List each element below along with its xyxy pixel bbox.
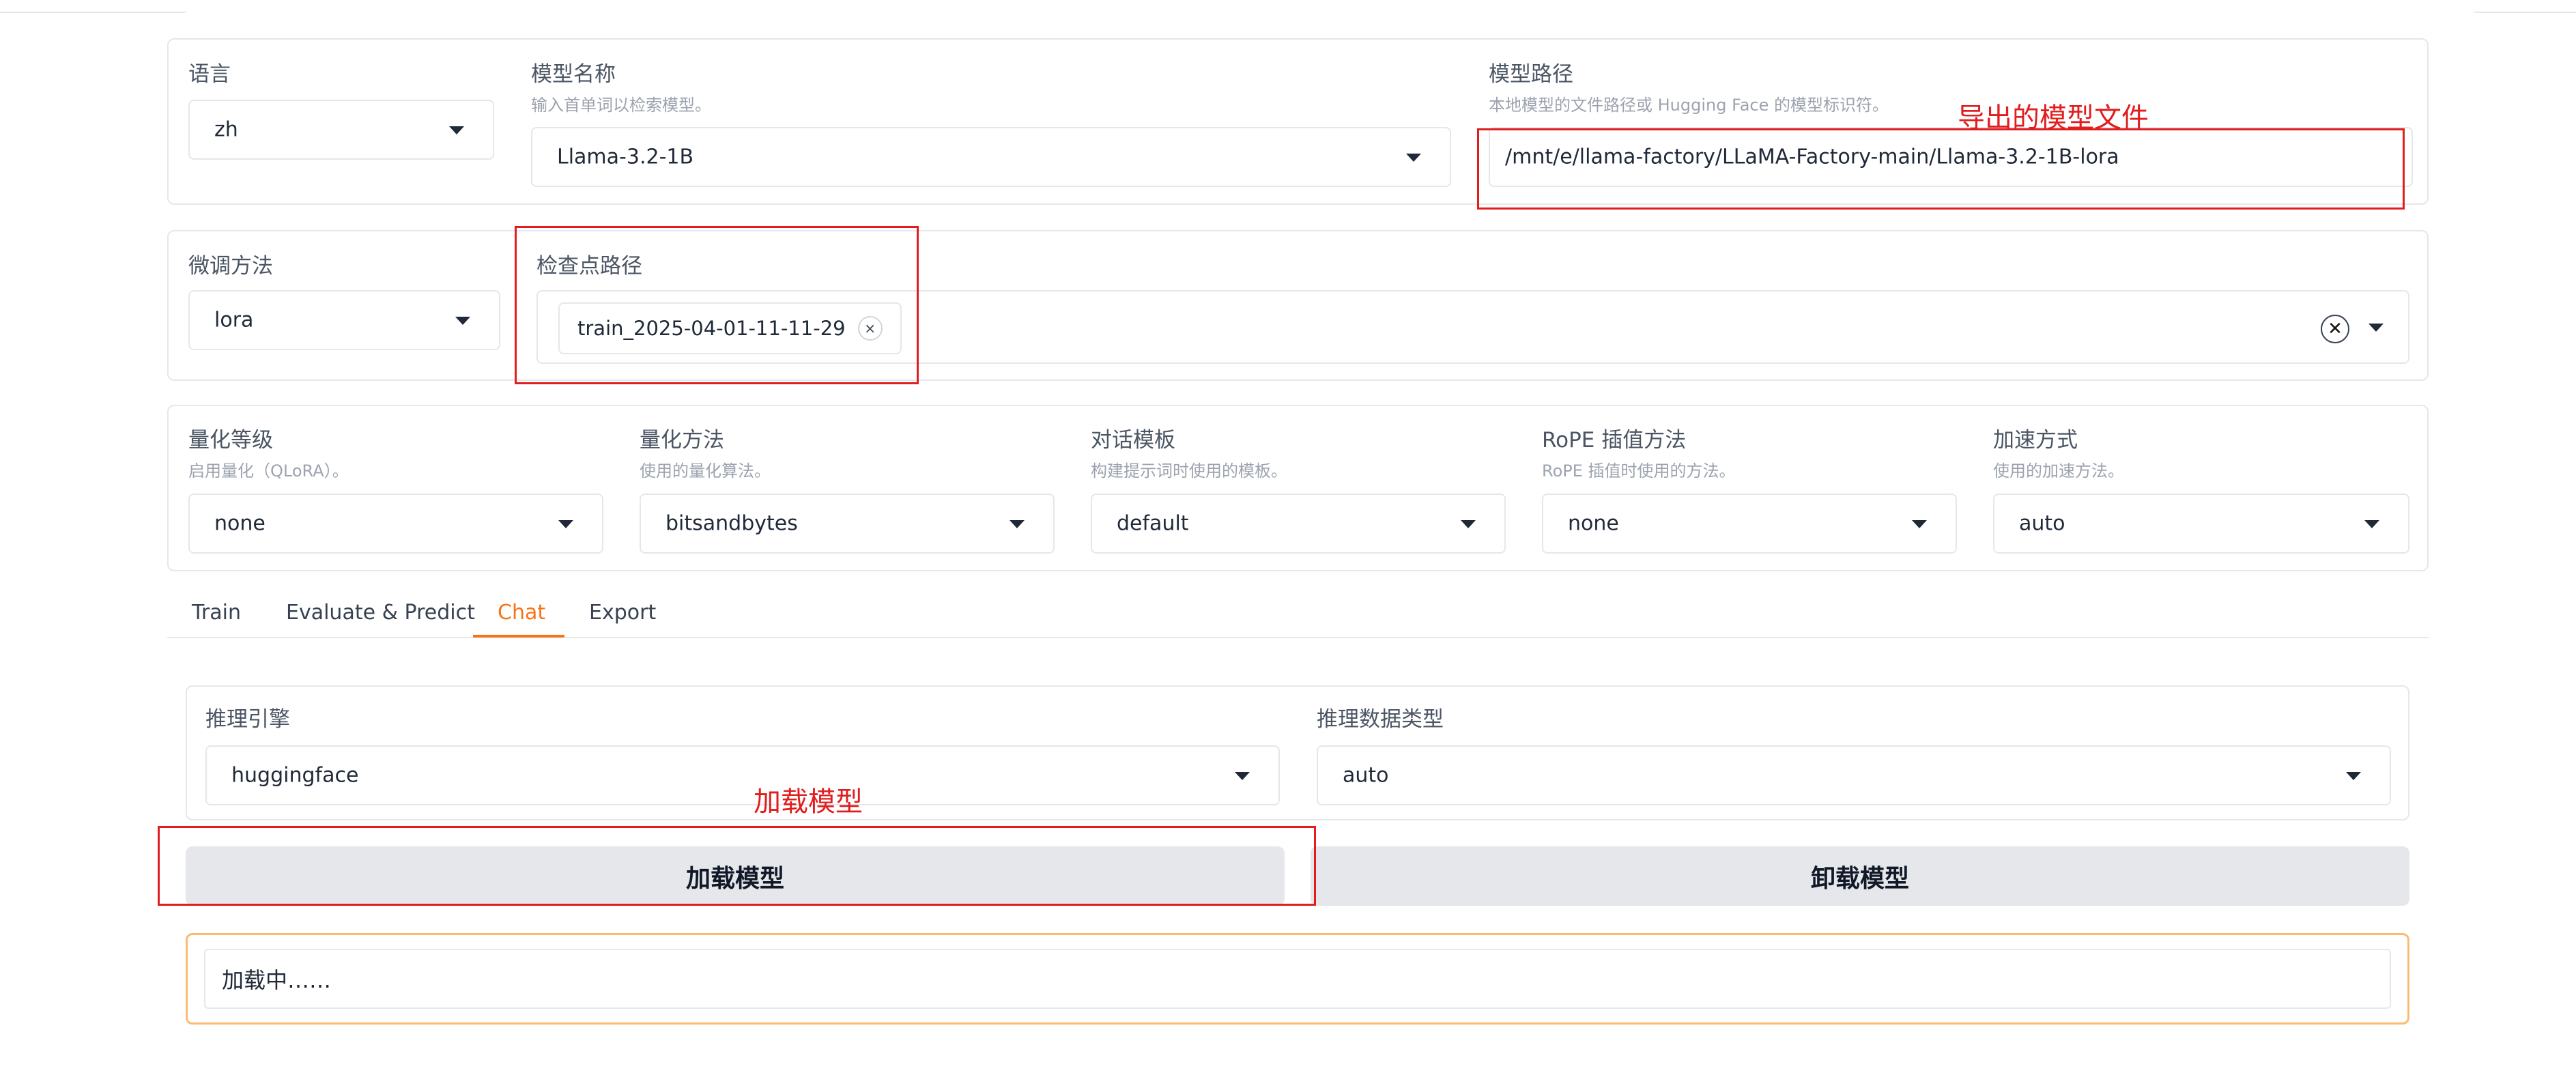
finetune-panel: 微调方法 lora 检查点路径 train_2025-04-01-11-11-2… — [167, 230, 2429, 381]
quant-level-value: none — [214, 511, 266, 536]
booster-description: 使用的加速方法。 — [1993, 461, 2124, 481]
model-path-description: 本地模型的文件路径或 Hugging Face 的模型标识符。 — [1489, 96, 1889, 115]
quant-level-description: 启用量化（QLoRA）。 — [188, 461, 349, 481]
status-output-box: 加载中…… — [186, 933, 2409, 1025]
language-value: zh — [214, 117, 238, 142]
chevron-down-icon — [1912, 520, 1927, 528]
infer-backend-dropdown[interactable]: huggingface — [205, 745, 1280, 805]
quant-method-value: bitsandbytes — [666, 511, 798, 536]
model-path-label: 模型路径 — [1489, 62, 1573, 87]
annotation-box-model-path — [1477, 128, 2405, 210]
inference-panel: 推理引擎 huggingface 推理数据类型 auto — [186, 685, 2409, 820]
quant-method-dropdown[interactable]: bitsandbytes — [640, 493, 1055, 554]
template-value: default — [1117, 511, 1189, 536]
clear-all-icon[interactable]: ✕ — [2321, 315, 2349, 343]
rope-description: RoPE 插值时使用的方法。 — [1542, 461, 1736, 481]
chevron-down-icon — [1235, 772, 1250, 780]
top-divider-right — [2474, 12, 2576, 13]
chevron-down-icon — [449, 126, 464, 134]
chevron-down-icon[interactable] — [2369, 324, 2384, 332]
chevron-down-icon — [1010, 520, 1025, 528]
active-tab-indicator — [473, 635, 564, 638]
rope-value: none — [1568, 511, 1619, 536]
finetune-method-dropdown[interactable]: lora — [188, 290, 500, 350]
tab-evaluate-predict[interactable]: Evaluate & Predict — [286, 601, 475, 625]
infer-dtype-label: 推理数据类型 — [1317, 707, 1444, 732]
annotation-box-load-button — [158, 826, 1316, 906]
rope-dropdown[interactable]: none — [1542, 493, 1957, 554]
model-name-label: 模型名称 — [531, 62, 616, 87]
tab-chat[interactable]: Chat — [498, 601, 545, 625]
quant-level-dropdown[interactable]: none — [188, 493, 603, 554]
template-description: 构建提示词时使用的模板。 — [1091, 461, 1287, 481]
finetune-method-label: 微调方法 — [188, 254, 273, 278]
status-output-field: 加载中…… — [204, 949, 2391, 1009]
booster-label: 加速方式 — [1993, 428, 2078, 453]
model-name-value: Llama-3.2-1B — [557, 145, 694, 169]
template-dropdown[interactable]: default — [1091, 493, 1506, 554]
quant-method-description: 使用的量化算法。 — [640, 461, 771, 481]
status-text: 加载中…… — [222, 967, 332, 993]
tab-train[interactable]: Train — [192, 601, 241, 625]
quant-level-label: 量化等级 — [188, 428, 273, 453]
annotation-load-note: 加载模型 — [754, 786, 863, 818]
finetune-method-value: lora — [214, 308, 254, 332]
model-name-description: 输入首单词以检索模型。 — [531, 96, 711, 115]
chevron-down-icon — [455, 317, 470, 325]
annotation-box-checkpoint — [515, 226, 919, 384]
top-divider-left — [0, 12, 186, 13]
unload-model-button[interactable]: 卸载模型 — [1311, 846, 2409, 906]
language-dropdown[interactable]: zh — [188, 100, 494, 160]
chevron-down-icon — [2364, 520, 2379, 528]
annotation-export-note: 导出的模型文件 — [1958, 102, 2149, 134]
infer-dtype-dropdown[interactable]: auto — [1317, 745, 2391, 805]
quant-method-label: 量化方法 — [640, 428, 724, 453]
rope-label: RoPE 插值方法 — [1542, 428, 1687, 453]
infer-dtype-value: auto — [1343, 763, 1389, 788]
language-label: 语言 — [188, 62, 231, 87]
chevron-down-icon — [1406, 154, 1421, 162]
chevron-down-icon — [2346, 772, 2361, 780]
infer-backend-value: huggingface — [231, 763, 359, 788]
infer-backend-label: 推理引擎 — [205, 707, 290, 732]
model-name-dropdown[interactable]: Llama-3.2-1B — [531, 127, 1451, 187]
chevron-down-icon — [558, 520, 573, 528]
advanced-options-panel: 量化等级 启用量化（QLoRA）。 none 量化方法 使用的量化算法。 bit… — [167, 405, 2429, 571]
chevron-down-icon — [1461, 520, 1476, 528]
booster-dropdown[interactable]: auto — [1993, 493, 2409, 554]
tab-export[interactable]: Export — [589, 601, 656, 625]
booster-value: auto — [2019, 511, 2065, 536]
template-label: 对话模板 — [1091, 428, 1175, 453]
